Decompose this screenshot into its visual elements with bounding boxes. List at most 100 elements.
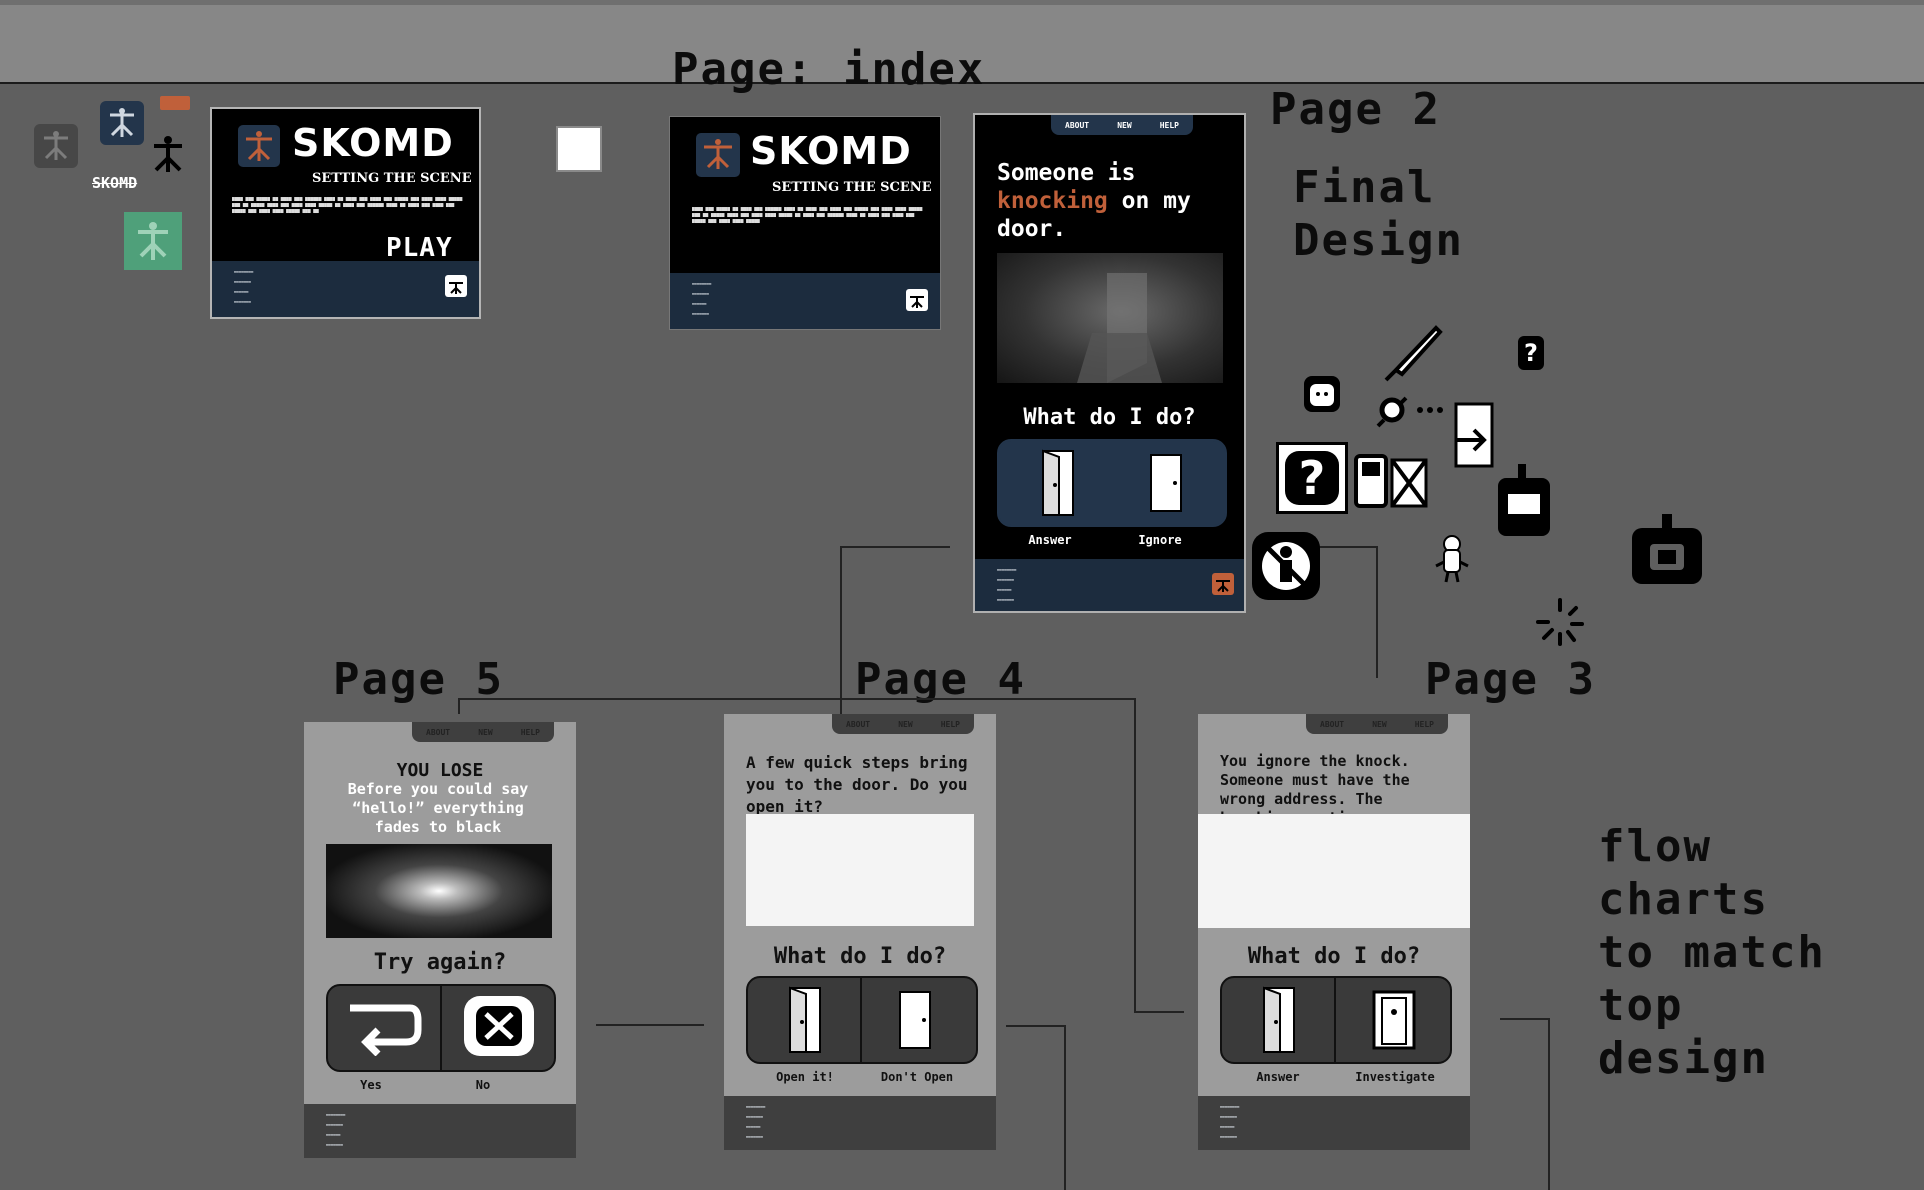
phone-icon bbox=[1352, 450, 1432, 518]
nav-new[interactable]: NEW bbox=[1117, 121, 1131, 130]
close-x-icon[interactable] bbox=[464, 996, 534, 1056]
footer: ▬▬▬▬▬▬▬▬ ▬▬▬▬▬▬▬ ▬▬▬▬▬▬ ▬▬▬▬▬▬▬ bbox=[1198, 1096, 1470, 1150]
logo-text: SKOMD bbox=[292, 121, 454, 165]
no-person-icon bbox=[1252, 532, 1320, 600]
small-logo-text: SKOMD bbox=[92, 174, 138, 192]
nav-bar: ABOUT NEW HELP bbox=[1306, 714, 1448, 734]
lose-title: YOU LOSE bbox=[396, 760, 484, 781]
heading-page-3: Page 3 bbox=[1425, 654, 1596, 705]
story-line-3: door. bbox=[997, 216, 1067, 242]
heading-page-2: Page 2 bbox=[1270, 84, 1441, 135]
question: Try again? bbox=[373, 950, 507, 975]
choice-box bbox=[746, 976, 978, 1064]
door-open-icon[interactable] bbox=[784, 986, 824, 1058]
intro-blurb: ▆▆▆▆ ▆▆▆ ▆▆▆▆▆ ▆▆ ▆▆▆▆ ▆▆▆ ▆▆▆▆▆▆ ▆▆▆▆ ▆… bbox=[692, 207, 923, 224]
heading-final-design: Final Design bbox=[1293, 162, 1464, 266]
dont-open-button[interactable]: Don't Open bbox=[872, 1070, 962, 1084]
page5-frame: ABOUT NEW HELP YOU LOSE Before you could… bbox=[304, 722, 576, 1158]
nav-about[interactable]: ABOUT bbox=[426, 728, 450, 737]
door-open-icon[interactable] bbox=[1037, 449, 1077, 521]
nav-about[interactable]: ABOUT bbox=[1065, 121, 1089, 130]
nav-help[interactable]: HELP bbox=[521, 728, 540, 737]
door-closed-icon[interactable] bbox=[898, 990, 932, 1054]
ghost-icon bbox=[1434, 532, 1470, 588]
connector-line bbox=[458, 698, 1136, 700]
nav-about[interactable]: ABOUT bbox=[1320, 720, 1344, 729]
connector-line bbox=[1134, 1011, 1184, 1013]
footer-links: ▬▬▬▬▬▬▬▬ ▬▬▬▬▬▬▬ ▬▬▬▬▬▬ ▬▬▬▬▬▬▬ bbox=[997, 567, 1017, 602]
choice-box bbox=[997, 439, 1227, 527]
connector-line bbox=[1318, 546, 1378, 548]
face-icon bbox=[1304, 376, 1340, 412]
question: What do I do? bbox=[1247, 944, 1421, 969]
logo-icon bbox=[696, 133, 740, 177]
story-line-1: Someone is bbox=[997, 160, 1136, 186]
answer-button[interactable]: Answer bbox=[1238, 1070, 1318, 1084]
nav-bar: ABOUT NEW HELP bbox=[412, 722, 554, 742]
story-text: A few quick steps bring you to the door.… bbox=[746, 753, 968, 816]
nav-help[interactable]: HELP bbox=[1415, 720, 1434, 729]
footer-links: ▬▬▬▬▬▬▬▬ ▬▬▬▬▬▬▬ ▬▬▬▬▬▬ ▬▬▬▬▬▬▬ bbox=[326, 1112, 346, 1147]
play-button[interactable]: PLAY bbox=[386, 233, 453, 263]
choice-divider bbox=[860, 978, 862, 1062]
image-placeholder bbox=[1198, 814, 1470, 928]
camera-icon bbox=[1630, 512, 1704, 590]
footer: ▬▬▬▬▬▬▬▬ ▬▬▬▬▬▬▬ ▬▬▬▬▬▬ ▬▬▬▬▬▬▬ bbox=[724, 1096, 996, 1150]
ignore-button[interactable]: Ignore bbox=[1125, 533, 1195, 547]
connector-line bbox=[1500, 1018, 1550, 1020]
nav-new[interactable]: NEW bbox=[478, 728, 492, 737]
footer-logo-icon bbox=[1212, 573, 1234, 595]
spinner-icon bbox=[1534, 596, 1586, 652]
index-frame-draft: SKOMD SETTING THE SCENE ▆▆▆▆ ▆▆▆ ▆▆▆▆▆ ▆… bbox=[210, 107, 481, 319]
door-peek-icon[interactable] bbox=[1372, 990, 1416, 1054]
investigate-button[interactable]: Investigate bbox=[1340, 1070, 1450, 1084]
nav-new[interactable]: NEW bbox=[1372, 720, 1386, 729]
nav-new[interactable]: NEW bbox=[898, 720, 912, 729]
footer: ▬▬▬▬▬▬▬▬ ▬▬▬▬▬▬▬ ▬▬▬▬▬▬ ▬▬▬▬▬▬▬ bbox=[212, 261, 479, 317]
answer-button[interactable]: Answer bbox=[1015, 533, 1085, 547]
story-text: Before you could say “hello!” everything… bbox=[347, 780, 529, 836]
nav-help[interactable]: HELP bbox=[1160, 121, 1179, 130]
story-highlight: knocking bbox=[997, 188, 1108, 214]
nav-help[interactable]: HELP bbox=[941, 720, 960, 729]
door-closed-icon[interactable] bbox=[1149, 453, 1183, 517]
connector-line bbox=[596, 1024, 704, 1026]
nav-about[interactable]: ABOUT bbox=[846, 720, 870, 729]
connector-line bbox=[1548, 1018, 1550, 1190]
connector-line bbox=[840, 546, 950, 548]
yes-button[interactable]: Yes bbox=[346, 1078, 396, 1092]
page3-frame: ABOUT NEW HELP You ignore the knock. Som… bbox=[1198, 714, 1470, 1150]
story-line-2: knocking on my bbox=[997, 187, 1191, 215]
no-button[interactable]: No bbox=[458, 1078, 508, 1092]
connector-line bbox=[458, 698, 460, 714]
walkie-talkie-icon bbox=[1494, 462, 1554, 542]
key-icon bbox=[1376, 390, 1456, 434]
knife-icon bbox=[1380, 322, 1444, 390]
fade-image bbox=[326, 844, 552, 938]
connector-line bbox=[1006, 1025, 1066, 1027]
footer-links: ▬▬▬▬▬▬▬▬ ▬▬▬▬▬▬▬ ▬▬▬▬▬▬ ▬▬▬▬▬▬▬ bbox=[746, 1104, 766, 1139]
open-it-button[interactable]: Open it! bbox=[770, 1070, 840, 1084]
door-open-icon[interactable] bbox=[1258, 986, 1298, 1058]
logo-sketch-navy bbox=[100, 101, 144, 145]
image-placeholder bbox=[746, 814, 974, 926]
question: What do I do? bbox=[1023, 405, 1196, 430]
index-frame-final: SKOMD SETTING THE SCENE ▆▆▆▆ ▆▆▆ ▆▆▆▆▆ ▆… bbox=[669, 116, 941, 330]
story-line-2-rest: on my bbox=[1107, 188, 1191, 214]
return-arrow-icon[interactable] bbox=[346, 1000, 422, 1060]
footer-logo-icon bbox=[906, 289, 928, 311]
footer-links: ▬▬▬▬▬▬▬▬ ▬▬▬▬▬▬▬ ▬▬▬▬▬▬ ▬▬▬▬▬▬▬ bbox=[234, 269, 254, 304]
logo-icon bbox=[238, 125, 280, 167]
subtitle: SETTING THE SCENE bbox=[772, 180, 932, 195]
logo-sketch-orange bbox=[160, 96, 190, 110]
subtitle: SETTING THE SCENE bbox=[312, 171, 472, 186]
footer-links: ▬▬▬▬▬▬▬▬ ▬▬▬▬▬▬▬ ▬▬▬▬▬▬ ▬▬▬▬▬▬▬ bbox=[1220, 1104, 1240, 1139]
logo-text: SKOMD bbox=[750, 129, 912, 173]
footer-links: ▬▬▬▬▬▬▬▬ ▬▬▬▬▬▬▬ ▬▬▬▬▬▬ ▬▬▬▬▬▬▬ bbox=[692, 281, 712, 316]
nav-bar: ABOUT NEW HELP bbox=[832, 714, 974, 734]
heading-page-index: Page: index bbox=[672, 44, 986, 95]
connector-line bbox=[840, 546, 842, 714]
choice-box bbox=[1220, 976, 1452, 1064]
connector-line bbox=[1134, 698, 1136, 1013]
logo-sketch-black bbox=[146, 134, 190, 174]
